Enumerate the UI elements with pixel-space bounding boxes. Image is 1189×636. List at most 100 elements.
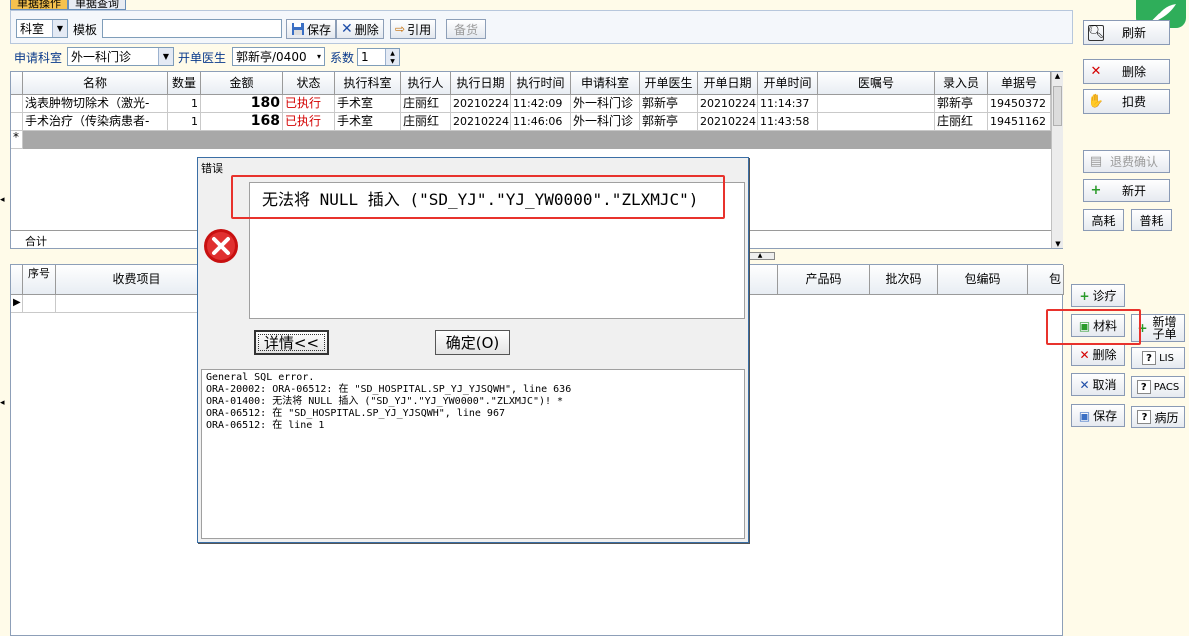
table-cell[interactable]: 郭新亭: [935, 95, 988, 113]
table-cell[interactable]: 20210224: [451, 113, 511, 131]
col-order-date[interactable]: 开单日期: [698, 72, 758, 95]
delete-template-button[interactable]: ✕ 删除: [336, 19, 384, 39]
col-entry-clerk[interactable]: 录入员: [935, 72, 988, 95]
left-collapse-icon[interactable]: ◂: [0, 398, 5, 408]
table-cell[interactable]: [818, 113, 935, 131]
table-cell[interactable]: 手术治疗（传染病患者-: [23, 113, 168, 131]
table-cell[interactable]: 19451162: [988, 113, 1051, 131]
col-order-time[interactable]: 开单时间: [758, 72, 818, 95]
row-indicator[interactable]: [11, 95, 23, 113]
col-pack-code[interactable]: 包编码: [938, 265, 1028, 295]
table-cell[interactable]: 浅表肿物切除术（激光-: [23, 95, 168, 113]
ok-button[interactable]: 确定(O): [435, 330, 510, 355]
chevron-down-icon: ▼: [158, 48, 173, 65]
table-cell[interactable]: 11:42:09: [511, 95, 571, 113]
col-seq[interactable]: 序号: [23, 265, 56, 295]
up-icon[interactable]: ▲: [386, 49, 399, 57]
status-cell[interactable]: 已执行: [283, 113, 335, 131]
table-cell[interactable]: 11:46:06: [511, 113, 571, 131]
cite-template-button[interactable]: ⇨ 引用: [390, 19, 437, 39]
stock-button[interactable]: 备货: [446, 19, 486, 39]
col-executor[interactable]: 执行人: [401, 72, 451, 95]
table-cell[interactable]: 11:43:58: [758, 113, 818, 131]
high-consumable-button[interactable]: 高耗: [1083, 209, 1124, 231]
doctor-select[interactable]: 郭新亭/0400 ▾: [232, 47, 325, 66]
table-cell[interactable]: 外一科门诊: [571, 95, 640, 113]
table-cell[interactable]: 庄丽红: [935, 113, 988, 131]
table-cell[interactable]: 郭新亭: [640, 113, 698, 131]
table-cell[interactable]: 20210224: [698, 95, 758, 113]
col-exec-time[interactable]: 执行时间: [511, 72, 571, 95]
table-cell[interactable]: 外一科门诊: [571, 113, 640, 131]
col-name[interactable]: 名称: [23, 72, 168, 95]
col-exec-dept[interactable]: 执行科室: [335, 72, 401, 95]
table-cell[interactable]: 1: [168, 113, 201, 131]
treatment-button[interactable]: + 诊疗: [1071, 284, 1125, 307]
table-cell[interactable]: 庄丽红: [401, 95, 451, 113]
table-cell[interactable]: 郭新亭: [640, 95, 698, 113]
table-cell[interactable]: 20210224: [698, 113, 758, 131]
col-bill-no[interactable]: 单据号: [988, 72, 1051, 95]
save-template-button[interactable]: 保存: [286, 19, 337, 39]
table-cell[interactable]: 20210224: [451, 95, 511, 113]
template-input[interactable]: [102, 19, 282, 38]
col-status[interactable]: 状态: [283, 72, 335, 95]
refund-confirm-button[interactable]: ▤ 退费确认: [1083, 150, 1170, 173]
tab-order-operation[interactable]: 单据操作: [10, 0, 68, 10]
down-icon[interactable]: ▼: [386, 57, 399, 65]
table-cell[interactable]: [818, 95, 935, 113]
normal-consumable-button[interactable]: 普耗: [1131, 209, 1172, 231]
lis-button[interactable]: ? LIS: [1131, 347, 1185, 369]
table-cell[interactable]: 19450372: [988, 95, 1051, 113]
treatment-label: 诊疗: [1092, 289, 1117, 303]
apply-dept-select[interactable]: 外一科门诊 ▼: [67, 47, 174, 66]
table-cell[interactable]: 180: [201, 95, 283, 113]
table-cell[interactable]: 手术室: [335, 95, 401, 113]
scroll-down-icon[interactable]: ▼: [1052, 240, 1064, 248]
cancel-button[interactable]: ✕ 取消: [1071, 373, 1125, 396]
splitter[interactable]: ▲: [745, 252, 775, 260]
scroll-up-icon[interactable]: ▲: [1052, 72, 1063, 80]
table-cell[interactable]: [56, 295, 218, 313]
new-row[interactable]: [23, 131, 1051, 149]
row-indicator[interactable]: [11, 113, 23, 131]
grid-scrollbar[interactable]: ▲ ▼: [1051, 72, 1063, 248]
deduct-button[interactable]: ✋ 扣费: [1083, 89, 1170, 114]
left-collapse-icon[interactable]: ◂: [0, 195, 5, 205]
coef-stepper[interactable]: 1 ▲ ▼: [357, 48, 400, 66]
table-cell[interactable]: 168: [201, 113, 283, 131]
delete-bill-button[interactable]: ✕ 删除: [1083, 59, 1170, 84]
col-qty[interactable]: 数量: [168, 72, 201, 95]
table-cell[interactable]: 11:14:37: [758, 95, 818, 113]
col-fee-item[interactable]: 收费项目: [56, 265, 218, 295]
table-cell[interactable]: 庄丽红: [401, 113, 451, 131]
table-cell[interactable]: 1: [168, 95, 201, 113]
current-row-icon[interactable]: ▶: [11, 295, 23, 313]
total-label: 合计: [25, 235, 47, 248]
col-pack[interactable]: 包: [1028, 265, 1064, 295]
col-amount[interactable]: 金额: [201, 72, 283, 95]
col-batch-code[interactable]: 批次码: [870, 265, 938, 295]
doctor-value: 郭新亭/0400: [236, 50, 307, 64]
table-cell[interactable]: [23, 295, 56, 313]
dept-select[interactable]: 科室 ▼: [16, 19, 68, 38]
magnifier-icon: 🔍︎: [1087, 24, 1105, 41]
col-doctor[interactable]: 开单医生: [640, 72, 698, 95]
table-cell[interactable]: 手术室: [335, 113, 401, 131]
refresh-button[interactable]: 🔍︎ 刷新: [1083, 20, 1170, 45]
history-button[interactable]: ? 病历: [1131, 406, 1185, 428]
status-cell[interactable]: 已执行: [283, 95, 335, 113]
col-exec-date[interactable]: 执行日期: [451, 72, 511, 95]
delete-item-button[interactable]: ✕ 删除: [1071, 343, 1125, 366]
save-item-button[interactable]: ▣ 保存: [1071, 404, 1125, 427]
col-product-code[interactable]: 产品码: [778, 265, 870, 295]
new-row-marker[interactable]: *: [11, 131, 23, 149]
error-icon: [203, 228, 239, 264]
scroll-thumb[interactable]: [1053, 86, 1062, 126]
details-button[interactable]: 详情<<: [254, 330, 329, 355]
tab-order-query[interactable]: 单据查询: [68, 0, 126, 10]
col-apply-dept[interactable]: 申请科室: [571, 72, 640, 95]
pacs-button[interactable]: ? PACS: [1131, 376, 1185, 398]
col-advice-no[interactable]: 医嘱号: [818, 72, 935, 95]
new-open-button[interactable]: + 新开: [1083, 179, 1170, 202]
